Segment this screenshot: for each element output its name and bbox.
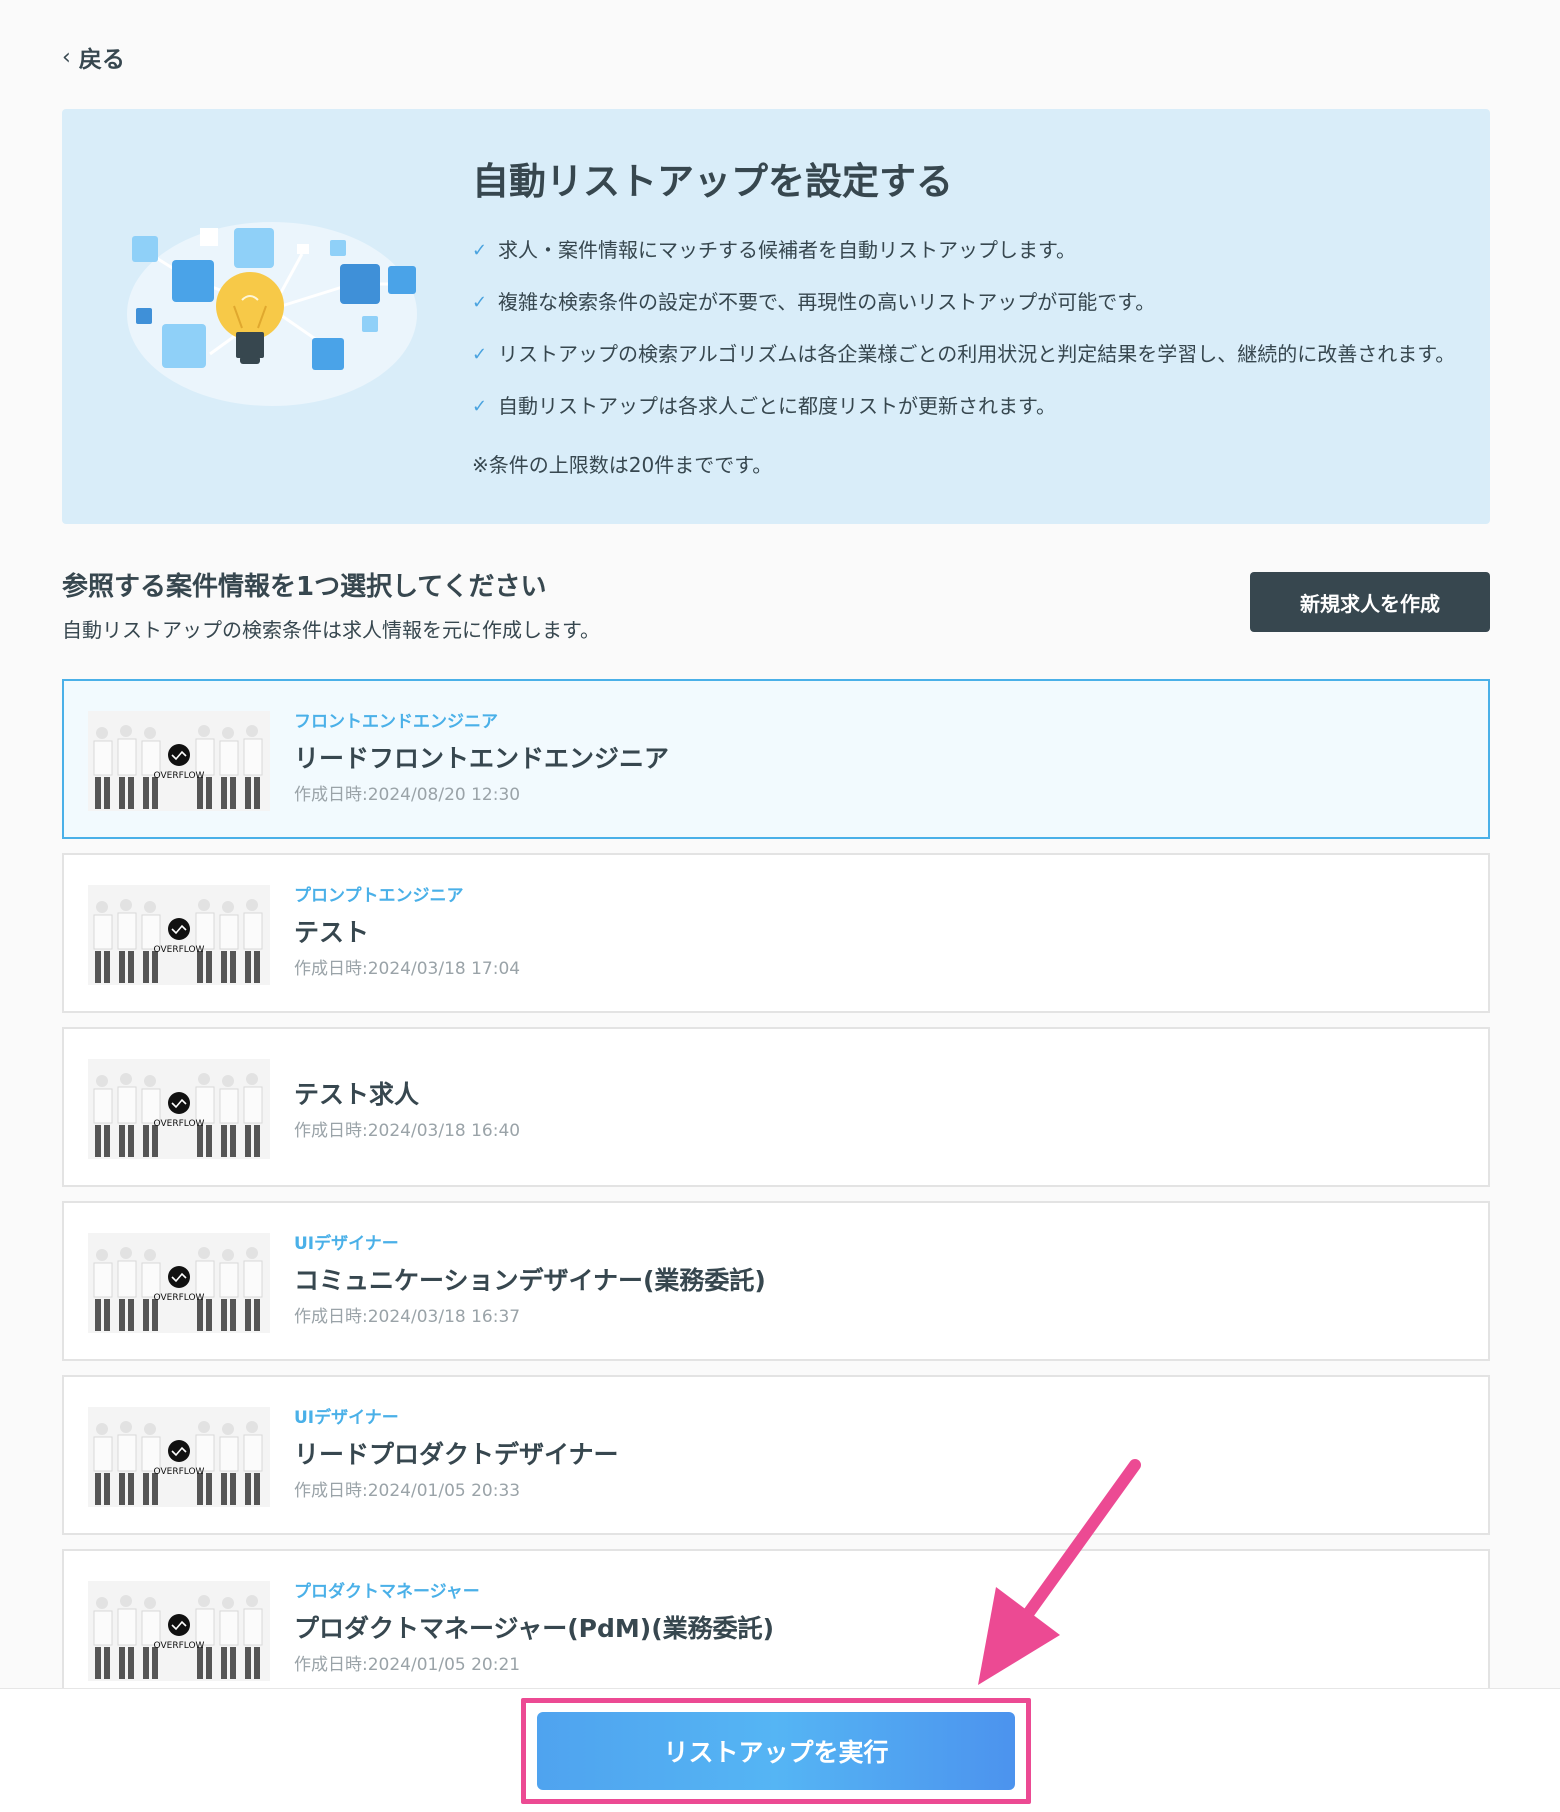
job-title: リードプロダクトデザイナー xyxy=(294,1440,619,1469)
job-created-date: 作成日時:2024/03/18 17:04 xyxy=(294,959,521,979)
feature-item: ✓ 自動リストアップは各求人ごとに都度リストが更新されます。 xyxy=(472,394,1056,418)
job-list: OVERFLOW フロントエンドエンジニア リードフロントエンドエンジニア 作成… xyxy=(62,679,1490,1723)
job-created-date: 作成日時:2024/08/20 12:30 xyxy=(294,785,521,805)
feature-item: ✓ 複雑な検索条件の設定が不要で、再現性の高いリストアップが可能です。 xyxy=(472,290,1156,314)
job-created-date: 作成日時:2024/01/05 20:21 xyxy=(294,1655,521,1675)
job-created-date: 作成日時:2024/03/18 16:37 xyxy=(294,1307,521,1327)
job-category: UIデザイナー xyxy=(294,1408,399,1428)
job-thumbnail: OVERFLOW xyxy=(88,711,270,811)
job-title: テスト xyxy=(294,918,370,947)
svg-text:OVERFLOW: OVERFLOW xyxy=(154,1641,205,1651)
job-category: プロダクトマネージャー xyxy=(294,1582,480,1602)
job-thumbnail: OVERFLOW xyxy=(88,1407,270,1507)
back-link[interactable]: ‹ 戻る xyxy=(62,40,125,74)
job-title: テスト求人 xyxy=(294,1080,420,1109)
check-icon: ✓ xyxy=(472,239,488,261)
lightbulb-network-illustration xyxy=(127,222,417,406)
create-job-button[interactable]: 新規求人を作成 xyxy=(1250,572,1490,632)
job-card[interactable]: OVERFLOW プロダクトマネージャー プロダクトマネージャー(PdM)(業務… xyxy=(62,1549,1490,1709)
chevron-left-icon: ‹ xyxy=(62,44,71,70)
section-subtitle: 自動リストアップの検索条件は求人情報を元に作成します。 xyxy=(62,618,600,642)
hero-title: 自動リストアップを設定する xyxy=(472,160,953,203)
svg-text:OVERFLOW: OVERFLOW xyxy=(154,1119,205,1129)
feature-item: ✓ 求人・案件情報にマッチする候補者を自動リストアップします。 xyxy=(472,238,1076,262)
job-thumbnail: OVERFLOW xyxy=(88,1581,270,1681)
job-category: プロンプトエンジニア xyxy=(294,886,464,906)
job-category: フロントエンドエンジニア xyxy=(294,712,498,732)
job-card[interactable]: OVERFLOW テスト求人 作成日時:2024/03/18 16:40 xyxy=(62,1027,1490,1187)
job-title: プロダクトマネージャー(PdM)(業務委託) xyxy=(294,1614,775,1643)
job-created-date: 作成日時:2024/01/05 20:33 xyxy=(294,1481,521,1501)
feature-item: ✓ リストアップの検索アルゴリズムは各企業様ごとの利用状況と判定結果を学習し、継… xyxy=(472,342,1456,366)
job-category: UIデザイナー xyxy=(294,1234,399,1254)
run-listup-button[interactable]: リストアップを実行 xyxy=(537,1712,1015,1790)
svg-text:OVERFLOW: OVERFLOW xyxy=(154,1467,205,1477)
hero-banner: 自動リストアップを設定する ✓ 求人・案件情報にマッチする候補者を自動リストアッ… xyxy=(62,109,1490,524)
job-card[interactable]: OVERFLOW UIデザイナー リードプロダクトデザイナー 作成日時:2024… xyxy=(62,1375,1490,1535)
svg-text:OVERFLOW: OVERFLOW xyxy=(154,771,205,781)
job-thumbnail: OVERFLOW xyxy=(88,1233,270,1333)
job-title: コミュニケーションデザイナー(業務委託) xyxy=(294,1266,766,1295)
limit-note: ※条件の上限数は20件までです。 xyxy=(472,453,773,477)
check-icon: ✓ xyxy=(472,291,488,313)
job-created-date: 作成日時:2024/03/18 16:40 xyxy=(294,1121,521,1141)
job-card[interactable]: OVERFLOW プロンプトエンジニア テスト 作成日時:2024/03/18 … xyxy=(62,853,1490,1013)
check-icon: ✓ xyxy=(472,343,488,365)
svg-text:OVERFLOW: OVERFLOW xyxy=(154,1293,205,1303)
svg-text:OVERFLOW: OVERFLOW xyxy=(154,945,205,955)
section-title: 参照する案件情報を1つ選択してください xyxy=(62,572,547,602)
pointer-arrow-icon xyxy=(978,1459,1141,1685)
job-card[interactable]: OVERFLOW フロントエンドエンジニア リードフロントエンドエンジニア 作成… xyxy=(62,679,1490,839)
job-thumbnail: OVERFLOW xyxy=(88,885,270,985)
job-title: リードフロントエンドエンジニア xyxy=(294,744,670,773)
back-label: 戻る xyxy=(78,47,125,73)
job-card[interactable]: OVERFLOW UIデザイナー コミュニケーションデザイナー(業務委託) 作成… xyxy=(62,1201,1490,1361)
check-icon: ✓ xyxy=(472,395,488,417)
job-thumbnail: OVERFLOW xyxy=(88,1059,270,1159)
